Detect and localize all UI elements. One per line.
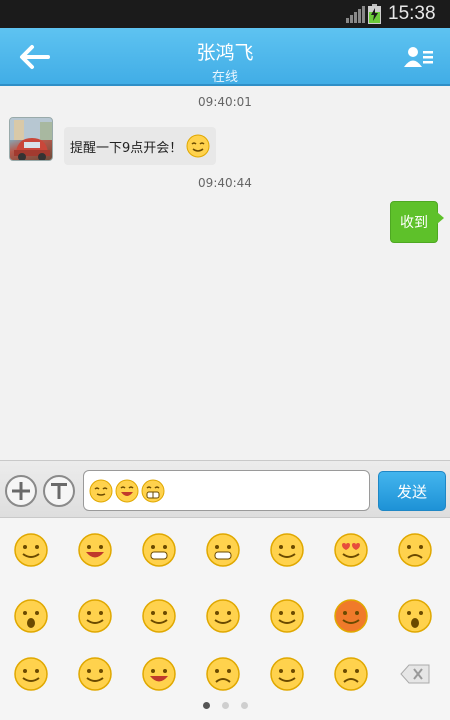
fist-emoji-button[interactable] [205, 598, 241, 634]
thumbs-up-emoji-icon [142, 599, 176, 633]
text-format-button[interactable] [43, 475, 75, 507]
sad-emoji-icon [206, 657, 240, 691]
laugh-emoji-button[interactable] [77, 532, 113, 568]
contact-name: 张鸿飞 [196, 42, 254, 64]
smile-emoji-icon [186, 134, 210, 158]
crying-emoji-icon [398, 533, 432, 567]
confused-emoji-icon [78, 599, 112, 633]
input-bar: 发送 [0, 460, 450, 518]
online-status: 在线 [211, 70, 238, 85]
bandaged-emoji-button[interactable] [77, 656, 113, 692]
laugh-emoji-icon [115, 479, 139, 502]
smile-emoji-icon [14, 533, 48, 567]
message-text: 提醒一下9点开会！ [70, 140, 183, 156]
outgoing-message-bubble[interactable]: 收到 [390, 201, 444, 243]
message-timestamp: 09:40:44 [198, 176, 252, 190]
plus-icon [12, 482, 30, 500]
avatar[interactable] [9, 117, 53, 161]
clock: 15:38 [388, 3, 436, 24]
emoji-panel [0, 518, 450, 720]
angry-emoji-button[interactable] [333, 598, 369, 634]
fist-emoji-icon [206, 599, 240, 633]
cheeky-emoji-icon [206, 533, 240, 567]
joyful-emoji-button[interactable] [141, 656, 177, 692]
wink-tongue-emoji-button[interactable] [269, 598, 305, 634]
doubtful-emoji-button[interactable] [333, 656, 369, 692]
wink-tongue-emoji-icon [270, 599, 304, 633]
message-timestamp: 09:40:01 [198, 95, 252, 109]
sick-emoji-icon [14, 657, 48, 691]
crying-emoji-button[interactable] [397, 532, 433, 568]
sick-emoji-button[interactable] [13, 656, 49, 692]
contact-profile-icon[interactable] [404, 45, 434, 69]
text-format-icon [51, 483, 67, 499]
bandaged-emoji-icon [78, 657, 112, 691]
page-indicator [0, 702, 450, 709]
grin-emoji-button[interactable] [141, 532, 177, 568]
cheeky-emoji-button[interactable] [205, 532, 241, 568]
message-input[interactable] [83, 470, 370, 511]
doubtful-emoji-icon [334, 657, 368, 691]
page-dot[interactable] [240, 702, 248, 709]
surprised-emoji-button[interactable] [13, 598, 49, 634]
add-attachment-button[interactable] [5, 475, 37, 507]
grin-emoji-icon [142, 533, 176, 567]
heart-eyes-emoji-button[interactable] [333, 532, 369, 568]
joyful-emoji-icon [142, 657, 176, 691]
shy-smile-emoji-icon [270, 533, 304, 567]
backspace-button[interactable] [397, 656, 433, 692]
heart-eyes-emoji-icon [334, 533, 368, 567]
page-dot[interactable] [221, 702, 229, 709]
angry-emoji-icon [334, 599, 368, 633]
sad-emoji-button[interactable] [205, 656, 241, 692]
thumbs-up-emoji-button[interactable] [141, 598, 177, 634]
shocked-emoji-button[interactable] [397, 598, 433, 634]
battery-charging-icon [368, 4, 381, 24]
status-bar: 15:38 [0, 0, 450, 28]
message-text: 收到 [400, 215, 428, 231]
laugh-emoji-icon [78, 533, 112, 567]
chat-header: 张鸿飞 在线 [0, 28, 450, 86]
send-button[interactable]: 发送 [378, 471, 446, 511]
message-list[interactable]: 09:40:01 提醒一下9点开会！ 09:40:44 收到 [0, 87, 450, 460]
page-dot[interactable] [202, 702, 210, 709]
backspace-icon [400, 664, 430, 684]
surprised-emoji-icon [14, 599, 48, 633]
incoming-message-bubble[interactable]: 提醒一下9点开会！ [64, 127, 217, 165]
smirk-emoji-icon [89, 479, 113, 502]
shocked-emoji-icon [398, 599, 432, 633]
annoyed-emoji-icon [270, 657, 304, 691]
smile-emoji-button[interactable] [13, 532, 49, 568]
annoyed-emoji-button[interactable] [269, 656, 305, 692]
shy-smile-emoji-button[interactable] [269, 532, 305, 568]
grin-emoji-icon [141, 479, 165, 502]
confused-emoji-button[interactable] [77, 598, 113, 634]
signal-icon [346, 6, 365, 23]
